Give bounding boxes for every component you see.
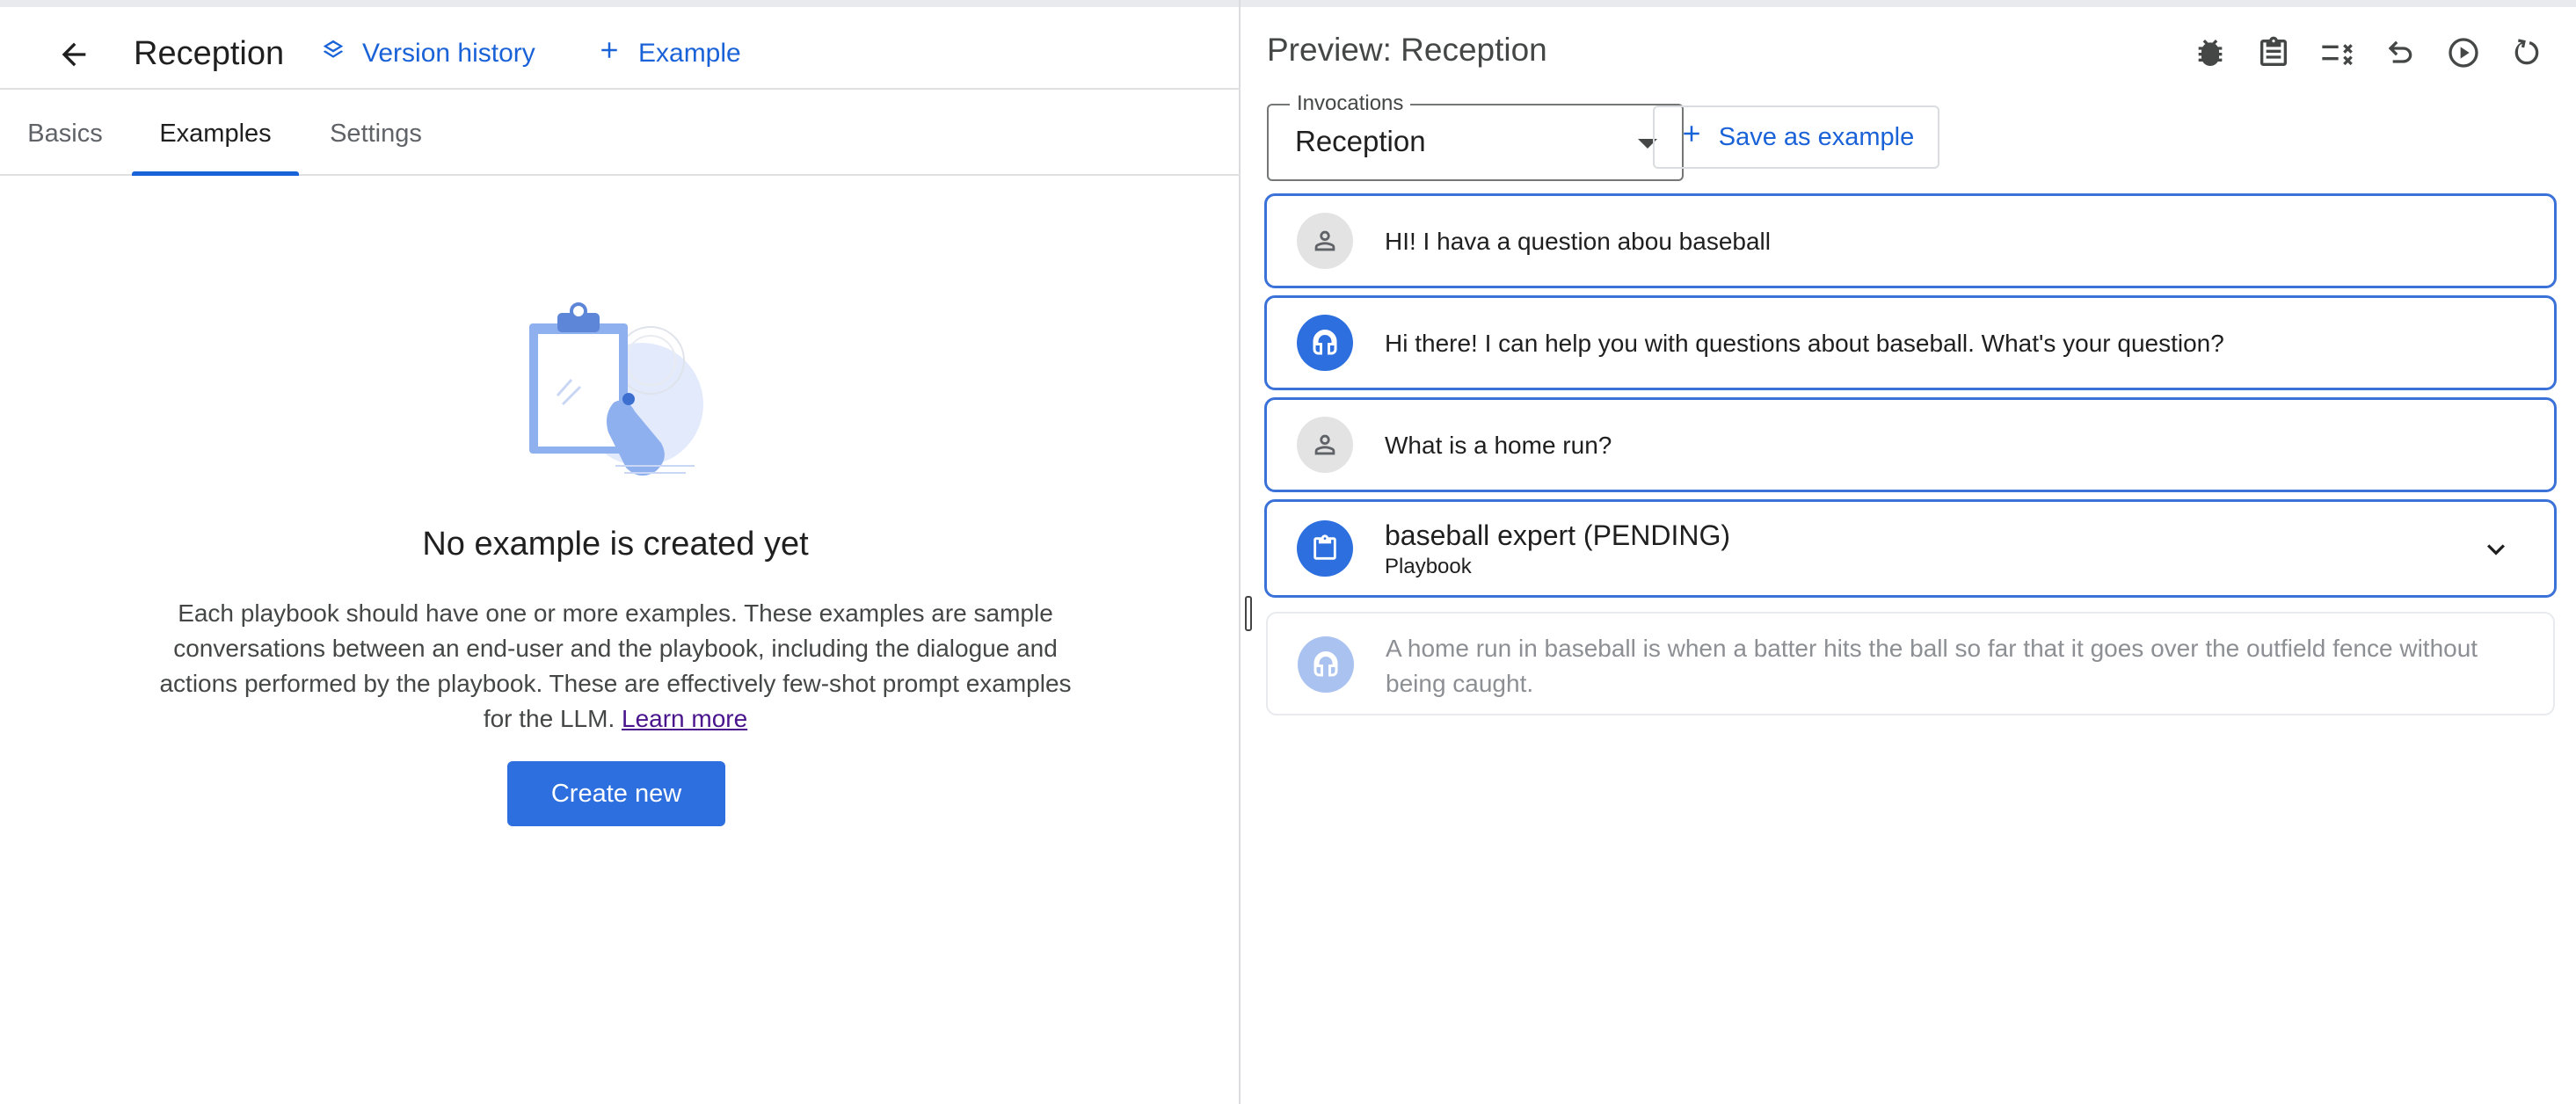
message-text: A home run in baseball is when a batter … [1386, 635, 2478, 697]
version-history-label: Version history [362, 39, 535, 68]
undo-icon[interactable] [2376, 28, 2425, 77]
clipboard-icon[interactable] [2249, 28, 2298, 77]
checklist-icon[interactable] [2312, 28, 2361, 77]
editor-header: Reception Version history Example [0, 7, 1241, 90]
editor-tabs: Basics Examples Settings [0, 91, 1241, 176]
add-example-link[interactable]: Example [596, 32, 741, 76]
back-arrow-icon[interactable] [49, 30, 98, 79]
empty-state-description-text: Each playbook should have one or more ex… [159, 599, 1072, 732]
playbook-invocation[interactable]: baseball expert (PENDING) Playbook [1264, 499, 2557, 598]
layers-icon [320, 37, 346, 70]
agent-message[interactable]: Hi there! I can help you with questions … [1264, 295, 2557, 390]
preview-toolbar [2186, 26, 2551, 79]
user-message[interactable]: What is a home run? [1264, 397, 2557, 492]
empty-state-title: No example is created yet [422, 526, 809, 563]
plus-icon [596, 37, 622, 70]
active-tab-indicator [132, 171, 299, 176]
clipboard-icon [1297, 520, 1353, 577]
tab-settings[interactable]: Settings [299, 91, 453, 176]
chevron-down-icon[interactable] [2478, 532, 2514, 567]
invocations-label: Invocations [1290, 91, 1411, 116]
save-as-example-label: Save as example [1718, 122, 1915, 151]
message-text: What is a home run? [1385, 432, 1612, 459]
playbook-type: Playbook [1385, 555, 1472, 578]
tab-examples[interactable]: Examples [132, 91, 299, 176]
tab-basics[interactable]: Basics [0, 91, 130, 176]
plus-icon [1678, 120, 1705, 154]
headset-icon [1297, 315, 1353, 371]
save-as-example-button[interactable]: Save as example [1653, 105, 1939, 169]
create-new-button[interactable]: Create new [507, 761, 725, 826]
message-text: HI! I hava a question abou baseball [1385, 228, 1771, 255]
play-icon[interactable] [2439, 28, 2488, 77]
page-title: Reception [134, 35, 285, 72]
invocations-value: Reception [1295, 125, 1426, 157]
playbook-editor-pane: Reception Version history Example Basics… [0, 0, 1241, 1104]
reset-icon[interactable] [2502, 28, 2551, 77]
add-example-label: Example [638, 39, 741, 68]
person-icon [1297, 213, 1353, 269]
person-icon [1297, 417, 1353, 473]
preview-title: Preview: Reception [1267, 32, 1547, 68]
message-text: Hi there! I can help you with questions … [1385, 330, 2224, 357]
empty-state-description: Each playbook should have one or more ex… [158, 596, 1073, 737]
learn-more-link[interactable]: Learn more [622, 705, 747, 732]
user-message[interactable]: HI! I hava a question abou baseball [1264, 193, 2557, 288]
pending-agent-message[interactable]: A home run in baseball is when a batter … [1266, 612, 2555, 715]
playbook-name: baseball expert (PENDING) [1385, 519, 1731, 551]
bug-icon[interactable] [2186, 28, 2235, 77]
invocations-select[interactable]: Invocations Reception [1267, 91, 1684, 181]
headset-icon [1298, 636, 1354, 693]
version-history-link[interactable]: Version history [320, 32, 535, 76]
clipboard-illustration-icon [519, 299, 712, 492]
